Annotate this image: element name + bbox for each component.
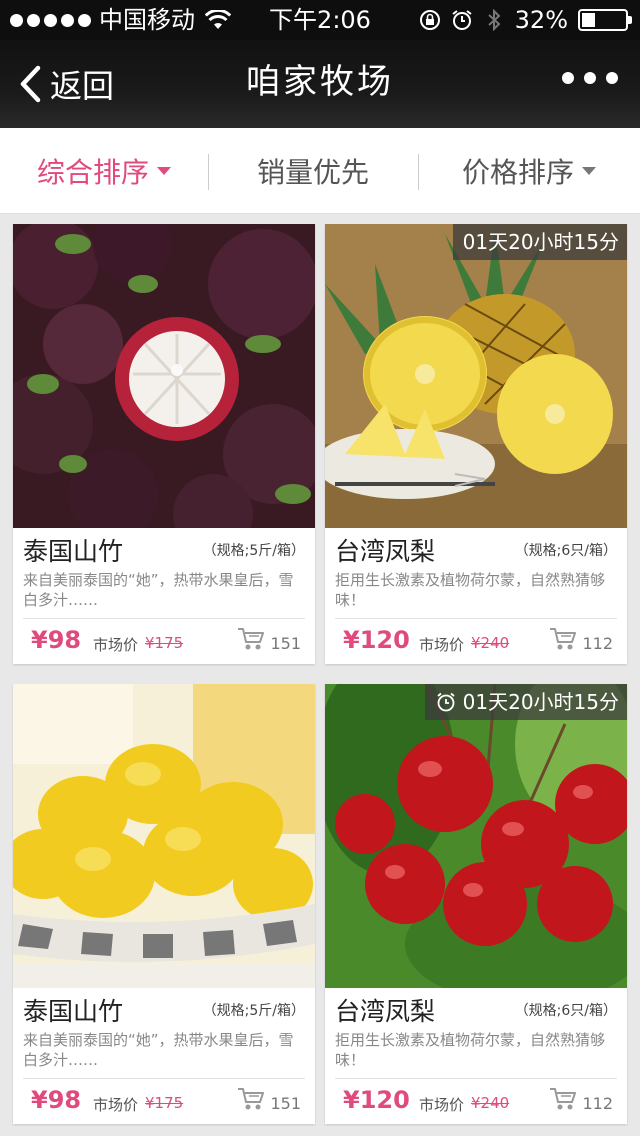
sales-count: 151	[270, 1094, 301, 1113]
divider	[335, 618, 617, 619]
battery-icon	[578, 9, 632, 31]
sales-count: 112	[582, 634, 613, 653]
market-price-label: 市场价	[419, 636, 465, 654]
market-price: ¥175	[145, 634, 184, 652]
product-description: 拒用生长激素及植物荷尔蒙，自然熟猜够味！	[335, 1031, 606, 1069]
cart-icon[interactable]	[237, 1086, 265, 1112]
product-spec: （规格;6只/箱）	[514, 1003, 617, 1019]
product-card[interactable]: 泰国山竹 （规格;5斤/箱） 来自美丽泰国的“她”，热带水果皇后，雪白多汁…… …	[13, 224, 315, 664]
countdown-timer: 01天20小时15分	[452, 224, 627, 260]
product-price: ¥120	[343, 626, 410, 654]
back-button[interactable]: 返回	[18, 40, 114, 128]
product-name: 泰国山竹	[23, 537, 124, 566]
product-description: 来自美丽泰国的“她”，热带水果皇后，雪白多汁……	[23, 1031, 294, 1069]
sales-count: 151	[270, 634, 301, 653]
divider	[23, 1078, 305, 1079]
sort-tab-label: 价格排序	[461, 156, 574, 189]
product-spec: （规格;5斤/箱）	[202, 1003, 305, 1019]
sales-count: 112	[582, 1094, 613, 1113]
product-price: ¥98	[31, 626, 82, 654]
tab-sort-price[interactable]: 价格排序	[418, 128, 640, 214]
back-label: 返回	[50, 67, 115, 105]
product-card[interactable]: 01天20小时15分 台湾凤梨 （规格;6只/箱） 拒用生长激素及植物荷尔蒙，自…	[325, 224, 627, 664]
product-description: 拒用生长激素及植物荷尔蒙，自然熟猜够味！	[335, 571, 606, 609]
product-name: 泰国山竹	[23, 997, 124, 1026]
more-dots-icon[interactable]	[562, 72, 618, 84]
divider	[23, 618, 305, 619]
divider	[335, 1078, 617, 1079]
battery-percent: 32%	[514, 6, 568, 34]
product-card[interactable]: 01天20小时15分 台湾凤梨 （规格;6只/箱） 拒用生长激素及植物荷尔蒙，自…	[325, 684, 627, 1124]
cart-icon[interactable]	[549, 626, 577, 652]
product-spec: （规格;5斤/箱）	[202, 543, 305, 559]
market-price: ¥240	[471, 634, 510, 652]
tab-sort-comprehensive[interactable]: 综合排序	[0, 128, 208, 214]
product-name: 台湾凤梨	[335, 537, 436, 566]
sort-tab-label: 综合排序	[36, 156, 149, 189]
sort-bar: 综合排序 销量优先 价格排序	[0, 128, 640, 214]
cart-icon[interactable]	[237, 626, 265, 652]
countdown-text: 01天20小时15分	[462, 690, 619, 714]
market-price: ¥240	[471, 1094, 510, 1112]
caret-down-icon	[157, 167, 171, 175]
product-image-pineapple: 01天20小时15分	[325, 224, 627, 528]
market-price-label: 市场价	[93, 636, 139, 654]
cart-icon[interactable]	[549, 1086, 577, 1112]
countdown-timer: 01天20小时15分	[424, 684, 627, 720]
alarm-clock-icon	[437, 692, 455, 712]
product-description: 来自美丽泰国的“她”，热带水果皇后，雪白多汁……	[23, 571, 294, 609]
product-image-lemon	[13, 684, 315, 988]
tab-sort-sales[interactable]: 销量优先	[208, 128, 418, 214]
nav-bar: 返回 咱家牧场	[0, 40, 640, 128]
chevron-left-icon	[20, 65, 41, 103]
market-price-label: 市场价	[419, 1096, 465, 1114]
market-price-label: 市场价	[93, 1096, 139, 1114]
product-card[interactable]: 泰国山竹 （规格;5斤/箱） 来自美丽泰国的“她”，热带水果皇后，雪白多汁…… …	[13, 684, 315, 1124]
rotation-lock-icon	[419, 10, 440, 30]
alarm-clock-icon	[452, 10, 472, 30]
product-image-cherry: 01天20小时15分	[325, 684, 627, 988]
product-price: ¥120	[343, 1086, 410, 1114]
bluetooth-icon	[487, 9, 501, 31]
product-image-mangosteen	[13, 224, 315, 528]
market-price: ¥175	[145, 1094, 184, 1112]
product-price: ¥98	[31, 1086, 82, 1114]
product-name: 台湾凤梨	[335, 997, 436, 1026]
sort-tab-label: 销量优先	[256, 156, 369, 189]
status-bar: 中国移动 下午2:06 32%	[0, 0, 640, 40]
product-spec: （规格;6只/箱）	[514, 543, 617, 559]
countdown-text: 01天20小时15分	[462, 230, 619, 254]
caret-down-icon	[582, 167, 596, 175]
